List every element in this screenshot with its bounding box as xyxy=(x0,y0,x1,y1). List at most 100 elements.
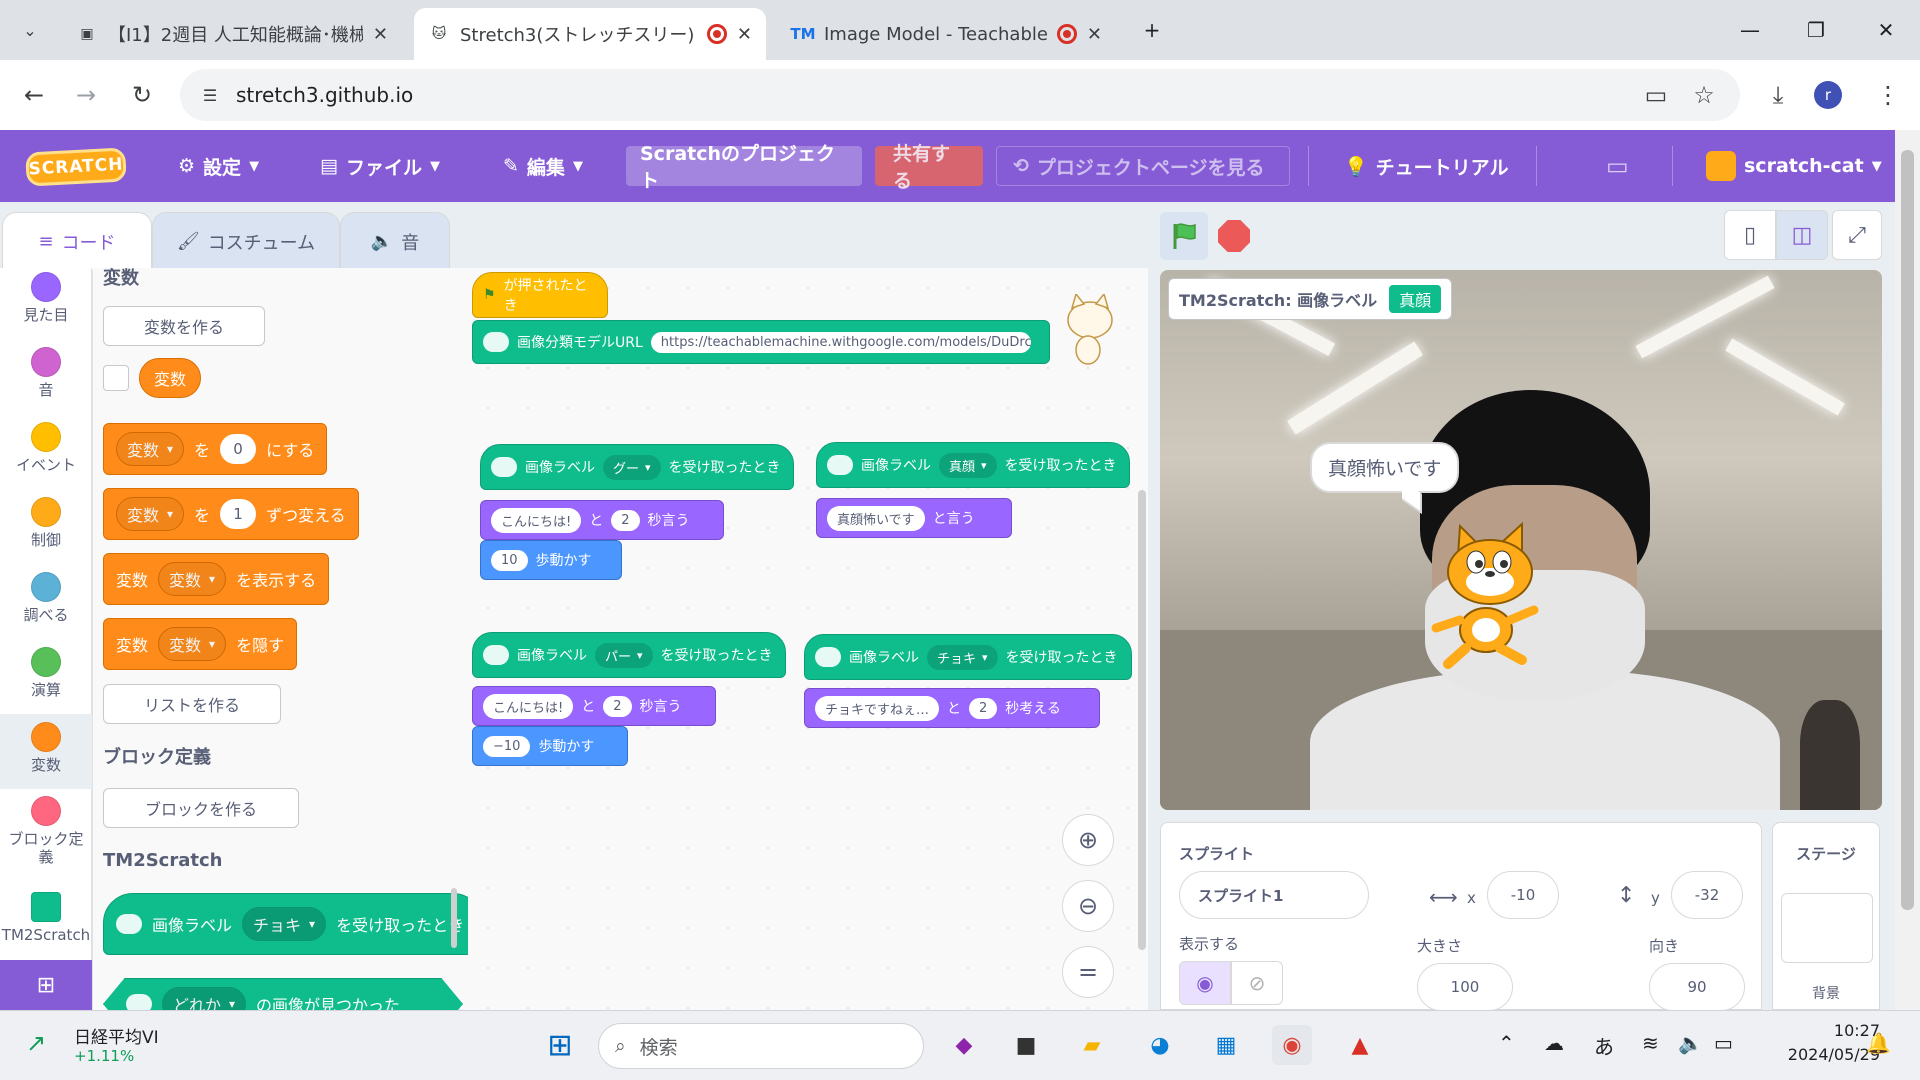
set-variable-block[interactable]: 変数 を 0 にする xyxy=(103,423,328,475)
value-input[interactable]: 0 xyxy=(220,434,257,464)
my-stuff-folder-icon[interactable]: ▭ xyxy=(1606,146,1629,186)
direction-input[interactable]: 90 xyxy=(1649,963,1745,1011)
say-for-secs-block[interactable]: こんにちは! と 2 秒言う xyxy=(480,500,724,540)
settings-menu[interactable]: ⚙ 設定 ▼ xyxy=(178,146,259,186)
steps-input[interactable]: 10 xyxy=(491,549,528,571)
category-events[interactable]: イベント xyxy=(0,422,92,474)
taskbar-search[interactable]: ⌕ 検索 xyxy=(598,1023,924,1069)
variable-dropdown[interactable]: 変数 xyxy=(158,627,227,661)
category-tm2scratch[interactable]: TM2Scratch xyxy=(0,892,92,944)
say-for-secs-block[interactable]: こんにちは! と 2 秒言う xyxy=(472,686,716,726)
microsoft-store-icon[interactable]: ▦ xyxy=(1206,1025,1246,1065)
task-view-icon[interactable]: ■ xyxy=(1006,1025,1046,1065)
notification-bell-icon[interactable]: 🔔 xyxy=(1866,1031,1891,1055)
stage-canvas[interactable]: TM2Scratch: 画像ラベル 真顔 真顔怖いです xyxy=(1160,270,1882,810)
clock-time[interactable]: 10:27 xyxy=(1760,1021,1880,1040)
add-extension-button[interactable]: ⊞ xyxy=(0,960,92,1010)
model-url-input[interactable]: https://teachablemachine.withgoogle.com/… xyxy=(650,331,1031,353)
windows-start-icon[interactable]: ⊞ xyxy=(540,1025,580,1065)
volume-icon[interactable]: 🔈 xyxy=(1678,1031,1703,1055)
back-arrow-icon[interactable]: ← xyxy=(16,77,52,113)
sprite-name-input[interactable]: スプライト1 xyxy=(1179,871,1369,919)
category-operators[interactable]: 演算 xyxy=(0,647,92,699)
tm-label-hat-block-pa[interactable]: 画像ラベル パー を受け取ったとき xyxy=(472,632,786,678)
value-input[interactable]: 1 xyxy=(220,499,257,529)
green-flag-button[interactable] xyxy=(1160,212,1208,260)
palette-scrollbar[interactable] xyxy=(451,888,457,948)
move-steps-block[interactable]: −10 歩動かす xyxy=(472,726,628,766)
category-my-blocks[interactable]: ブロック定義 xyxy=(0,796,92,866)
seconds-input[interactable]: 2 xyxy=(603,695,632,717)
label-dropdown[interactable]: パー xyxy=(595,642,653,668)
tab-sounds[interactable]: 🔈 音 xyxy=(340,212,450,270)
seconds-input[interactable]: 2 xyxy=(611,509,640,531)
set-model-url-block[interactable]: 画像分類モデルURL https://teachablemachine.with… xyxy=(472,320,1050,364)
variable-monitor[interactable]: TM2Scratch: 画像ラベル 真顔 xyxy=(1168,278,1453,320)
close-tab-icon[interactable]: ✕ xyxy=(373,24,388,45)
message-input[interactable]: こんにちは! xyxy=(483,693,574,719)
make-list-button[interactable]: リストを作る xyxy=(103,684,281,724)
edge-icon[interactable]: ◕ xyxy=(1140,1025,1180,1065)
minimize-window-icon[interactable]: — xyxy=(1730,10,1770,50)
stock-widget-name[interactable]: 日経平均VI xyxy=(74,1023,159,1048)
close-tab-icon[interactable]: ✕ xyxy=(737,24,752,45)
category-control[interactable]: 制御 xyxy=(0,497,92,549)
battery-icon[interactable]: ▭ xyxy=(1714,1031,1733,1055)
label-dropdown[interactable]: チョキ xyxy=(927,644,998,670)
zoom-out-icon[interactable]: ⊖ xyxy=(1062,880,1114,932)
tab-code[interactable]: ≡ コード xyxy=(2,212,152,270)
browser-tab-teachable-machine[interactable]: TM Image Model - Teachable M ✕ xyxy=(778,8,1116,60)
variable-dropdown[interactable]: 変数 xyxy=(116,432,185,466)
category-variables[interactable]: 変数 xyxy=(0,714,92,789)
seconds-input[interactable]: 2 xyxy=(969,697,998,719)
hide-sprite-eye-slash-icon[interactable]: ⊘ xyxy=(1231,961,1283,1005)
move-steps-block[interactable]: 10 歩動かす xyxy=(480,540,622,580)
acrobat-icon[interactable]: ▲ xyxy=(1340,1025,1380,1065)
zoom-reset-icon[interactable]: = xyxy=(1062,946,1114,998)
zoom-in-icon[interactable]: ⊕ xyxy=(1062,814,1114,866)
small-stage-icon[interactable]: ▯ xyxy=(1724,210,1776,260)
tab-search-chevron-icon[interactable]: ⌄ xyxy=(12,12,48,48)
say-block[interactable]: 真顔怖いです と言う xyxy=(816,498,1012,538)
think-for-secs-block[interactable]: チョキですねぇ… と 2 秒考える xyxy=(804,688,1100,728)
profile-avatar[interactable]: r xyxy=(1814,81,1842,109)
download-icon[interactable]: ⤓ xyxy=(1760,77,1796,113)
copilot-icon[interactable]: ◆ xyxy=(944,1025,984,1065)
category-sound[interactable]: 音 xyxy=(0,347,92,399)
wifi-icon[interactable]: ≋ xyxy=(1642,1031,1659,1055)
close-window-icon[interactable]: ✕ xyxy=(1866,10,1906,50)
close-tab-icon[interactable]: ✕ xyxy=(1087,24,1102,45)
file-explorer-icon[interactable]: ▰ xyxy=(1072,1025,1112,1065)
code-scrollbar[interactable] xyxy=(1138,490,1146,950)
account-menu[interactable]: scratch-cat ▼ xyxy=(1706,146,1882,186)
browser-tab-lecture[interactable]: ▣ 【I1】2週目 人工知能概論･機械学 ✕ xyxy=(62,8,402,60)
restore-window-icon[interactable]: ❐ xyxy=(1796,10,1836,50)
bookmark-star-icon[interactable]: ☆ xyxy=(1686,77,1722,113)
site-info-icon[interactable]: ☰ xyxy=(196,81,224,109)
hide-variable-block[interactable]: 変数 変数 を隠す xyxy=(103,618,298,670)
category-sensing[interactable]: 調べる xyxy=(0,572,92,624)
share-button[interactable]: 共有する xyxy=(875,143,983,192)
label-dropdown[interactable]: どれか xyxy=(162,987,247,1010)
size-input[interactable]: 100 xyxy=(1417,963,1513,1011)
tm-label-hat-block-gu[interactable]: 画像ラベル グー を受け取ったとき xyxy=(480,444,794,490)
reload-icon[interactable]: ↻ xyxy=(124,77,160,113)
tm-any-image-found-block[interactable]: どれか の画像が見つかった xyxy=(103,978,463,1010)
steps-input[interactable]: −10 xyxy=(483,735,531,757)
y-input[interactable]: -32 xyxy=(1671,871,1743,919)
tm-label-hat-block-choki[interactable]: 画像ラベル チョキ を受け取ったとき xyxy=(804,634,1132,680)
category-looks[interactable]: 見た目 xyxy=(0,272,92,324)
page-scrollbar[interactable] xyxy=(1895,130,1920,1010)
browser-menu-kebab-icon[interactable]: ⋮ xyxy=(1870,77,1906,113)
fullscreen-icon[interactable]: ⤢ xyxy=(1832,210,1882,260)
label-dropdown[interactable]: グー xyxy=(603,454,661,480)
message-input[interactable]: チョキですねぇ… xyxy=(815,695,940,721)
ime-indicator[interactable]: あ xyxy=(1594,1031,1614,1060)
message-input[interactable]: 真顔怖いです xyxy=(827,505,925,531)
address-bar[interactable]: ☰ stretch3.github.io xyxy=(180,69,1740,121)
label-dropdown[interactable]: 真顔 xyxy=(939,452,997,478)
code-workspace[interactable]: ⚑ が押されたとき 画像分類モデルURL https://teachablema… xyxy=(468,268,1148,1010)
show-sprite-eye-icon[interactable]: ◉ xyxy=(1179,961,1231,1005)
scratch-cat-sprite[interactable] xyxy=(1430,520,1550,670)
message-input[interactable]: こんにちは! xyxy=(491,507,582,533)
